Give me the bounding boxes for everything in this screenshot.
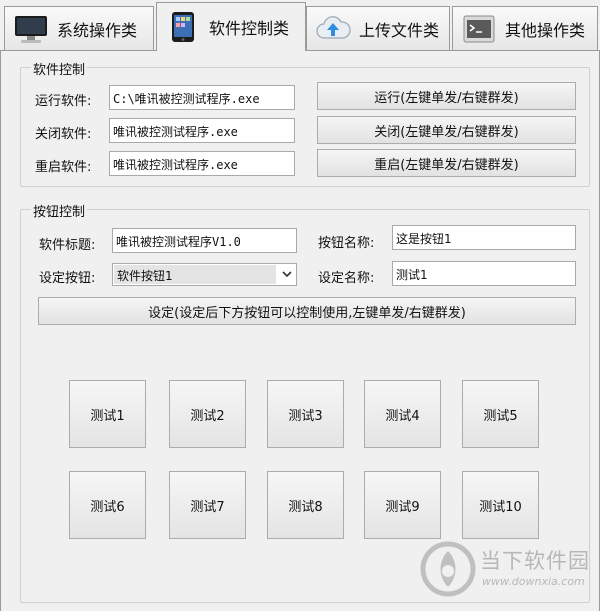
software-title-label: 软件标题: <box>39 238 96 253</box>
close-software-input[interactable]: 唯讯被控测试程序.exe <box>109 118 295 143</box>
watermark-url: www.downxia.com <box>482 575 585 588</box>
run-button[interactable]: 运行(左键单发/右键群发) <box>317 82 576 110</box>
watermark-title: 当下软件园 <box>480 549 590 573</box>
monitor-icon <box>15 15 47 43</box>
test-button-6[interactable]: 测试6 <box>69 471 146 539</box>
run-software-label: 运行软件: <box>35 94 92 109</box>
button-control-legend: 按钮控制 <box>31 201 88 220</box>
tab-label: 系统操作类 <box>57 20 138 40</box>
button-name-input[interactable]: 这是按钮1 <box>392 225 576 250</box>
tab-label: 上传文件类 <box>359 20 440 40</box>
test-button-10[interactable]: 测试10 <box>462 471 539 539</box>
tab-other-operations[interactable]: 其他操作类 <box>452 6 598 50</box>
set-button-label: 设定按钮: <box>39 271 96 286</box>
tab-software-control[interactable]: 软件控制类 <box>156 2 306 51</box>
restart-button[interactable]: 重启(左键单发/右键群发) <box>317 149 576 177</box>
set-name-input[interactable]: 测试1 <box>392 261 576 286</box>
test-button-5[interactable]: 测试5 <box>462 380 539 448</box>
set-name-label: 设定名称: <box>318 271 375 286</box>
button-name-label: 按钮名称: <box>318 236 375 251</box>
test-button-7[interactable]: 测试7 <box>169 471 246 539</box>
test-button-8[interactable]: 测试8 <box>267 471 344 539</box>
test-button-1[interactable]: 测试1 <box>69 380 146 448</box>
test-button-4[interactable]: 测试4 <box>364 380 441 448</box>
run-software-input[interactable]: C:\唯讯被控测试程序.exe <box>109 85 295 110</box>
tab-upload-files[interactable]: 上传文件类 <box>306 6 450 50</box>
cloud-upload-icon <box>316 15 351 39</box>
restart-software-input[interactable]: 唯讯被控测试程序.exe <box>109 151 295 176</box>
tab-label: 其他操作类 <box>505 20 586 40</box>
chevron-down-icon[interactable] <box>277 264 296 285</box>
downxia-logo-icon <box>420 541 476 597</box>
tab-strip: 系统操作类 软件控制类 上传文件类 其他操作类 <box>0 0 600 51</box>
set-button-selected-value: 软件按钮1 <box>114 265 276 284</box>
tab-label: 软件控制类 <box>209 19 290 38</box>
tablet-icon <box>172 12 194 42</box>
test-button-2[interactable]: 测试2 <box>169 380 246 448</box>
test-button-9[interactable]: 测试9 <box>364 471 441 539</box>
watermark: 当下软件园 www.downxia.com <box>420 541 590 605</box>
tab-system-operations[interactable]: 系统操作类 <box>4 6 154 50</box>
set-button-select[interactable]: 软件按钮1 <box>112 263 297 286</box>
test-button-3[interactable]: 测试3 <box>267 380 344 448</box>
apply-settings-button[interactable]: 设定(设定后下方按钮可以控制使用,左键单发/右键群发) <box>38 297 576 325</box>
terminal-icon <box>463 15 495 42</box>
software-title-input[interactable]: 唯讯被控测试程序V1.0 <box>112 228 297 253</box>
tab-panel-software-control: 软件控制 运行软件: C:\唯讯被控测试程序.exe 运行(左键单发/右键群发)… <box>0 50 600 611</box>
close-button[interactable]: 关闭(左键单发/右键群发) <box>317 116 576 144</box>
software-control-legend: 软件控制 <box>31 59 88 78</box>
close-software-label: 关闭软件: <box>35 127 92 142</box>
restart-software-label: 重启软件: <box>35 160 92 175</box>
